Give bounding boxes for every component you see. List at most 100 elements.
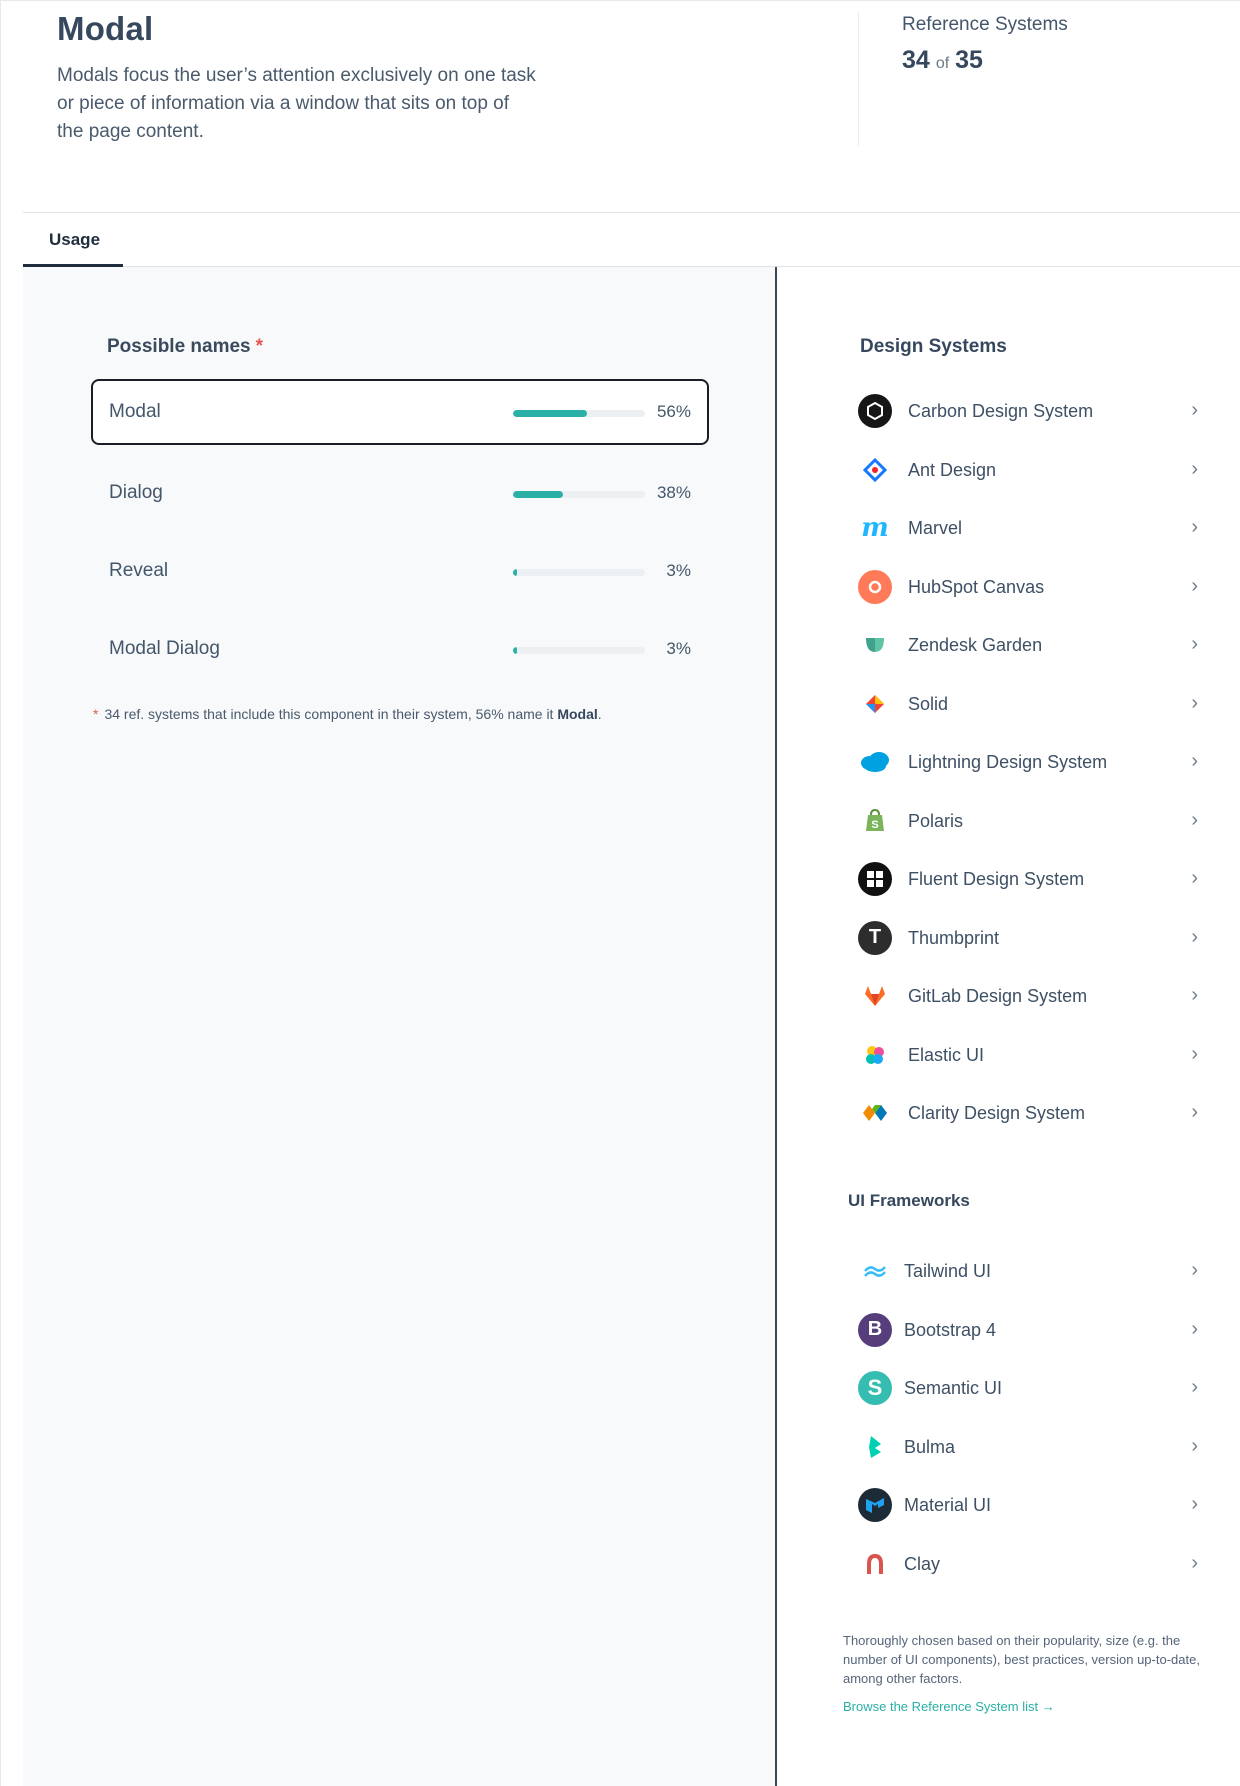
page-description: Modals focus the user’s attention exclus… xyxy=(57,65,536,142)
reference-systems-count: 34 of 35 xyxy=(902,46,983,75)
name-label: Dialog xyxy=(109,482,163,503)
system-row-shopify-bag[interactable]: S Polaris › xyxy=(858,797,1198,843)
chevron-right-icon: › xyxy=(1191,399,1198,421)
system-row-bulma[interactable]: Bulma › xyxy=(858,1423,1198,1469)
system-row-material-ui[interactable]: Material UI › xyxy=(858,1481,1198,1527)
chevron-right-icon: › xyxy=(1191,1551,1198,1574)
system-label: Zendesk Garden xyxy=(908,635,1043,655)
name-row-modal-dialog[interactable]: Modal Dialog 3% xyxy=(91,616,709,682)
system-row-zendesk[interactable]: Zendesk Garden › xyxy=(858,621,1198,667)
system-label: Bulma xyxy=(904,1436,956,1457)
usage-bar-fill xyxy=(513,491,564,498)
semantic-icon: S xyxy=(858,1371,892,1405)
reference-count: 34 xyxy=(902,46,930,74)
footnote-bold: Modal xyxy=(557,706,598,722)
header-divider xyxy=(858,12,859,146)
system-label: Material UI xyxy=(904,1495,992,1515)
system-label: Ant Design xyxy=(908,459,997,480)
browse-reference-link[interactable]: Browse the Reference System list → xyxy=(843,1699,1055,1714)
windows-icon xyxy=(858,862,892,896)
chevron-right-icon: › xyxy=(1191,925,1198,948)
system-row-clarity[interactable]: Clarity Design System › xyxy=(858,1089,1198,1135)
system-row-marvel[interactable]: m Marvel › xyxy=(858,504,1198,550)
system-label: Solid xyxy=(908,693,949,714)
chevron-right-icon: › xyxy=(1191,750,1198,772)
page-title: Modal xyxy=(57,10,154,47)
shopify-bag-icon: S xyxy=(858,804,892,838)
chevron-right-icon: › xyxy=(1191,984,1198,1006)
reference-total: 35 xyxy=(955,46,983,74)
system-row-hubspot[interactable]: HubSpot Canvas › xyxy=(858,563,1198,609)
reference-systems-panel: Design Systems Carbon Design System › Ant D… xyxy=(777,267,1240,1786)
name-label: Reveal xyxy=(109,560,169,581)
system-row-windows[interactable]: Fluent Design System › xyxy=(858,855,1198,901)
system-row-clay[interactable]: Clay › xyxy=(858,1540,1198,1586)
reference-systems-label: Reference Systems xyxy=(902,14,1068,35)
reference-of: of xyxy=(935,55,950,72)
hubspot-icon xyxy=(858,569,892,604)
system-label: Lightning Design System xyxy=(908,752,1108,772)
chevron-right-icon: › xyxy=(1191,1376,1198,1398)
chevron-right-icon: › xyxy=(1191,691,1198,714)
usage-percent: 56% xyxy=(656,402,691,421)
usage-bar xyxy=(513,491,645,498)
chevron-right-icon: › xyxy=(1191,1434,1198,1457)
bootstrap-icon: B xyxy=(858,1312,892,1347)
page-header: Modal Modals focus the user’s attention … xyxy=(0,0,1240,213)
system-label: Semantic UI xyxy=(904,1378,1003,1398)
thumbprint-icon: T xyxy=(858,920,892,955)
system-label: Elastic UI xyxy=(908,1044,985,1065)
system-label: Clarity Design System xyxy=(908,1103,1086,1123)
system-row-semantic[interactable]: S Semantic UI › xyxy=(858,1364,1198,1410)
system-label: Marvel xyxy=(908,518,963,538)
system-row-gitlab-fox[interactable]: GitLab Design System › xyxy=(858,972,1198,1018)
usage-bar xyxy=(513,647,645,654)
system-row-thumbprint[interactable]: T Thumbprint › xyxy=(858,914,1198,960)
reference-note: Thoroughly chosen based on their popular… xyxy=(843,1633,1200,1686)
salesforce-cloud-icon xyxy=(858,745,892,779)
system-label: Polaris xyxy=(908,810,964,831)
system-row-bootstrap[interactable]: B Bootstrap 4 › xyxy=(858,1306,1198,1352)
chevron-right-icon: › xyxy=(1191,516,1198,538)
chevron-right-icon: › xyxy=(1191,1493,1198,1515)
footnote-text: 34 ref. systems that include this compon… xyxy=(104,706,558,722)
elastic-icon xyxy=(858,1038,892,1072)
required-mark: * xyxy=(255,336,264,357)
chevron-right-icon: › xyxy=(1191,1101,1198,1123)
tailwind-icon xyxy=(858,1254,892,1288)
system-row-carbon[interactable]: Carbon Design System › xyxy=(858,387,1198,433)
design-systems-title: Design Systems xyxy=(860,336,1007,357)
footnote-mark: * xyxy=(93,706,99,722)
system-label: Fluent Design System xyxy=(908,869,1085,889)
system-label: Thumbprint xyxy=(908,927,1000,948)
tab-usage[interactable]: Usage xyxy=(23,213,123,267)
system-row-elastic[interactable]: Elastic UI › xyxy=(858,1031,1198,1077)
chevron-right-icon: › xyxy=(1191,1259,1198,1281)
chevron-right-icon: › xyxy=(1191,574,1198,597)
marvel-icon: m xyxy=(861,513,889,543)
zendesk-icon xyxy=(858,628,892,662)
possible-names-panel: Possible names * Modal 56% Dialog 38% Rev… xyxy=(23,267,776,1786)
usage-bar-fill xyxy=(513,410,587,417)
system-row-tailwind[interactable]: Tailwind UI › xyxy=(858,1247,1198,1293)
solid-icon xyxy=(858,687,892,721)
system-row-solid[interactable]: Solid › xyxy=(858,680,1198,726)
name-row-dialog[interactable]: Dialog 38% xyxy=(91,460,709,526)
gitlab-fox-icon xyxy=(858,979,892,1013)
clay-icon xyxy=(858,1547,892,1581)
name-row-reveal[interactable]: Reveal 3% xyxy=(91,538,709,604)
system-row-salesforce-cloud[interactable]: Lightning Design System › xyxy=(858,738,1198,784)
tab-usage-label: Usage xyxy=(49,230,101,249)
name-row-modal[interactable]: Modal 56% xyxy=(91,379,709,445)
ui-frameworks-title: UI Frameworks xyxy=(848,1191,970,1210)
system-label: HubSpot Canvas xyxy=(908,576,1045,597)
clarity-icon xyxy=(858,1096,892,1130)
system-label: Bootstrap 4 xyxy=(904,1319,997,1340)
usage-bar xyxy=(513,410,645,417)
possible-names-title-text: Possible names xyxy=(107,336,251,357)
svg-text:S: S xyxy=(871,819,878,831)
system-row-ant-design[interactable]: Ant Design › xyxy=(858,446,1198,492)
chevron-right-icon: › xyxy=(1191,1317,1198,1340)
system-label: GitLab Design System xyxy=(908,986,1088,1006)
usage-bar xyxy=(513,569,645,576)
